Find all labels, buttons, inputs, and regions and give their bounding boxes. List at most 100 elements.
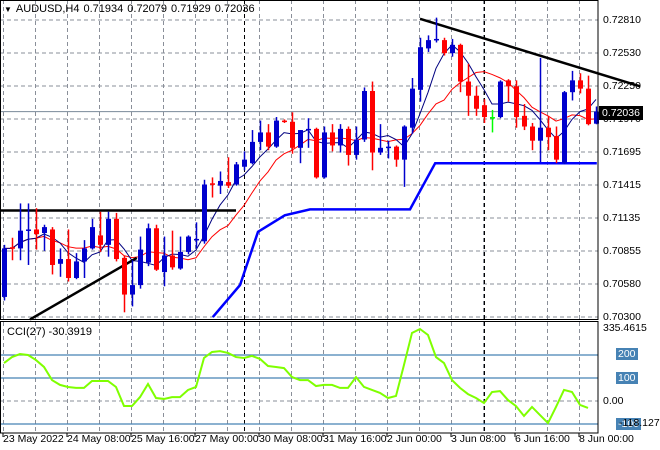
candle-body [338,128,343,146]
candle-body [330,132,335,146]
candle-body [234,164,239,185]
time-axis-label: 31 May 16:00 [323,433,387,445]
open-value: 0.71934 [83,3,124,15]
candle-body [538,127,543,141]
price-axis-label: 0.72530 [603,47,641,59]
candle-body [482,105,487,118]
candle-body [34,229,39,235]
chart-canvas[interactable] [0,0,660,450]
candle-body [274,120,279,147]
candle-body [362,91,367,140]
trendline-support-diagonal [29,256,138,321]
candle-body [26,229,31,231]
price-axis-label: 0.70580 [603,278,641,290]
candle-body [442,40,447,54]
candle-body [410,88,415,128]
price-axis-label: 0.70855 [603,245,641,257]
candle-body [314,128,319,178]
cci-title: CCI(27) -30.3919 [7,326,92,338]
candle-body [298,130,303,148]
candle-body [58,259,63,264]
candle-body [250,141,255,164]
candle-body [42,227,47,234]
time-axis-label: 2 Jun 00:00 [387,433,442,445]
cci-level-0: 0.00 [603,395,624,407]
candle-body [306,128,311,131]
candle-body [50,229,55,265]
candle-body [10,247,15,249]
candle-body [418,47,423,90]
price-axis-label: 0.72250 [603,80,641,92]
time-axis-label: 25 May 16:00 [131,433,195,445]
candle-body [490,117,495,119]
candle-body [466,81,471,96]
price-axis-label: 0.71695 [603,146,641,158]
cci-max-label: 335.4615 [603,322,647,334]
current-price-label: 0.72036 [599,106,643,120]
candle-body [122,257,127,295]
high-value: 0.72079 [127,3,168,15]
time-axis-label: 23 May 2022 [3,433,64,445]
main-panel-border [0,0,599,320]
time-axis-label: 30 May 08:00 [259,433,323,445]
time-axis-label: 24 May 08:00 [67,433,131,445]
candle-body [202,184,207,242]
indicator-lines [0,17,641,321]
candle-body [98,235,103,245]
candle-body [282,120,287,123]
candle-body [242,159,247,167]
cci-min-label: -118.1278 [619,417,660,429]
candle-body [130,285,135,295]
time-axis-label: 3 Jun 08:00 [451,433,506,445]
time-axis-label: 6 Jun 16:00 [515,433,570,445]
cci-panel [0,327,598,425]
candle-body [18,230,23,249]
candle-body [354,139,359,155]
candle-body [570,80,575,93]
candle-body [370,91,375,153]
candle-body [346,128,351,155]
panel-frames [0,0,599,437]
candle-body [90,227,95,249]
candle-body [458,44,463,82]
candle-body [522,115,527,127]
candle-body [530,126,535,141]
candle-body [378,147,383,153]
candle-body [266,132,271,147]
cci-level-200: 200 [616,348,638,360]
close-value: 0.72036 [214,3,255,15]
candle-body [154,228,159,270]
candle-body [578,80,583,89]
low-value: 0.71929 [171,3,211,15]
candle-body [498,81,503,118]
candle-body [426,40,431,49]
price-axis-label: 0.72810 [603,14,641,26]
grid [0,0,598,433]
candle-body [562,92,567,164]
candle-body [162,255,167,273]
time-axis-label: 27 May 00:00 [195,433,259,445]
symbol-label: AUDUSD,H4 [15,3,80,15]
candle-body [450,44,455,54]
chart-title: ▼ AUDUSD,H4 0.71934 0.72079 0.71929 0.72… [4,3,255,15]
candle-body [226,182,231,186]
candle-body [218,180,223,186]
price-axis-label: 0.71135 [603,212,641,224]
candle-body [74,261,79,278]
candle-body [186,236,191,252]
candle-body [434,38,439,41]
candle-body [170,255,175,268]
triangle-down-icon[interactable]: ▼ [4,5,12,14]
candle-body [586,88,591,125]
candle-body [146,228,151,263]
candle-body [290,121,295,148]
time-axis-label: 8 Jun 00:00 [579,433,634,445]
candle-body [194,238,199,241]
cci-line [3,327,589,425]
candle-body [258,132,263,142]
candle-body [506,80,511,87]
candle-body [514,86,519,118]
candle-body [138,249,143,286]
candle-body [66,259,71,278]
candle-body [114,218,119,260]
